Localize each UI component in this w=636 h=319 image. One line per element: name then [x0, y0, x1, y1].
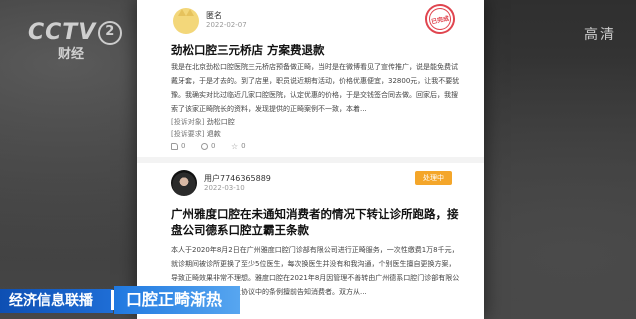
hd-label: 高清 — [584, 27, 616, 43]
star-icon: ☆ — [231, 141, 239, 151]
post-date: 2022-03-10 — [204, 184, 245, 192]
complaint-feed-screen: 匿名 2022-02-07 已完成 劲松口腔三元桥店 方案费退款 我是在北京劲松… — [137, 0, 484, 319]
program-name-banner: 经济信息联播 — [0, 289, 113, 313]
like-button[interactable]: 0 — [171, 142, 185, 150]
post-title[interactable]: 广州雅度口腔在未通知消费者的情况下转让诊所跑路，接盘公司德系口腔立霸王条款 — [171, 206, 461, 238]
username: 用户7746365889 — [204, 174, 271, 183]
username: 匿名 — [206, 11, 222, 20]
channel-number: 2 — [98, 21, 123, 45]
post-body: 我是在北京劲松口腔医院三元桥店预备做正畸，当时是在微博看见了宣传推广，说是能免费… — [171, 63, 460, 113]
channel-logo-text: CCTV — [28, 20, 97, 45]
post-title[interactable]: 劲松口腔三元桥店 方案费退款 — [171, 42, 461, 58]
cctv2-channel-logo: CCTV 2 财经 — [28, 20, 123, 62]
thumb-up-icon — [171, 142, 178, 150]
comment-count: 0 — [211, 142, 216, 150]
topic-banner: 口腔正畸渐热 — [111, 286, 240, 314]
comment-icon — [201, 142, 208, 150]
favorite-count: 0 — [241, 142, 246, 150]
post-date: 2022-02-07 — [206, 21, 247, 29]
like-count: 0 — [181, 142, 186, 150]
user-avatar — [173, 8, 199, 34]
complaint-post-1[interactable]: 匿名 2022-02-07 已完成 劲松口腔三元桥店 方案费退款 我是在北京劲松… — [137, 0, 484, 160]
complaint-object-value: 劲松口腔 — [206, 118, 235, 126]
complaint-demand: [投诉要求] 退款 — [171, 128, 221, 140]
complaint-demand-label: [投诉要求] — [171, 130, 205, 138]
complaint-demand-value: 退款 — [206, 130, 221, 138]
complaint-object-label: [投诉对象] — [171, 118, 205, 126]
favorite-button[interactable]: ☆ 0 — [231, 142, 246, 150]
completed-stamp: 已完成 — [422, 1, 458, 37]
user-avatar — [171, 170, 197, 196]
processing-status-badge: 处理中 — [415, 171, 452, 185]
comment-button[interactable]: 0 — [201, 142, 215, 150]
channel-subtitle: 财经 — [58, 47, 85, 62]
complaint-object: [投诉对象] 劲松口腔 — [171, 116, 235, 128]
